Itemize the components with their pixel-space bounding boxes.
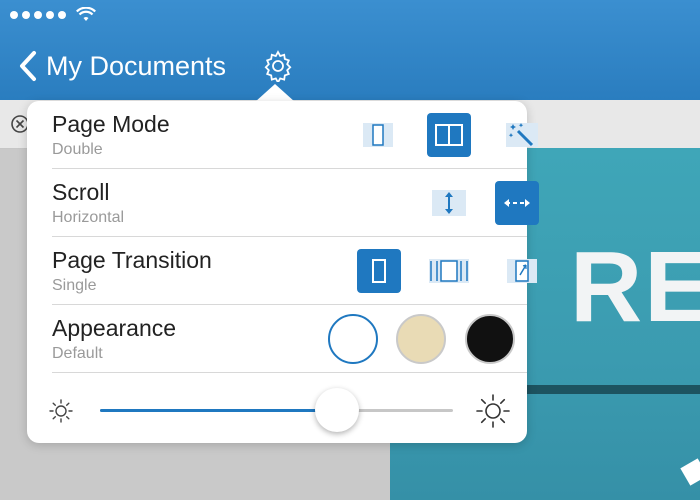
scroll-title: Scroll — [52, 179, 110, 205]
brightness-slider-thumb[interactable] — [314, 388, 359, 432]
appearance-row: Appearance Default — [52, 305, 527, 373]
signal-dot — [58, 11, 66, 19]
signal-dot — [34, 11, 42, 19]
single-transition-option[interactable] — [357, 249, 401, 293]
scroll-value: Horizontal — [52, 209, 125, 226]
appearance-title: Appearance — [52, 315, 177, 341]
signal-dot — [46, 11, 54, 19]
magic-wand-icon — [506, 123, 538, 147]
double-page-option[interactable] — [427, 113, 471, 157]
sun-dim-icon — [49, 399, 73, 423]
brightness-slider-fill — [100, 409, 337, 412]
brightness-row — [27, 375, 527, 443]
vertical-scroll-option[interactable] — [427, 181, 471, 225]
page-mode-value: Double — [52, 141, 103, 158]
signal-dot — [22, 11, 30, 19]
page-mode-row: Page Mode Double — [52, 101, 538, 169]
popover-arrow — [255, 84, 295, 102]
navigation-bar: My Documents — [0, 0, 700, 100]
night-theme-swatch[interactable] — [465, 314, 515, 364]
double-page-icon — [435, 124, 463, 146]
brightness-slider[interactable] — [100, 388, 453, 432]
chevron-left-icon — [20, 51, 36, 81]
sun-bright-icon — [476, 394, 510, 428]
page-curl-option[interactable] — [500, 249, 544, 293]
appearance-value: Default — [52, 345, 103, 362]
wifi-icon — [76, 7, 96, 21]
continuous-transition-option[interactable] — [427, 249, 471, 293]
scroll-row: Scroll Horizontal — [52, 169, 539, 237]
back-button-label: My Documents — [46, 50, 227, 81]
page-transition-title: Page Transition — [52, 247, 212, 273]
page-transition-row: Page Transition Single — [52, 237, 537, 305]
page-heading-text: RE — [570, 231, 700, 343]
page-transition-value: Single — [52, 277, 97, 294]
back-button[interactable]: My Documents — [18, 48, 226, 84]
signal-dot — [10, 11, 18, 19]
single-page-option[interactable] — [356, 113, 400, 157]
page-curl-icon — [507, 259, 537, 283]
horizontal-scroll-icon — [504, 199, 530, 207]
sepia-theme-swatch[interactable] — [396, 314, 446, 364]
single-page-icon — [363, 123, 393, 147]
reader-settings-popover: Page Mode Double Scroll Horizontal Page … — [27, 101, 539, 443]
auto-page-option[interactable] — [500, 113, 544, 157]
single-transition-icon — [372, 259, 386, 283]
page-mode-title: Page Mode — [52, 111, 170, 137]
horizontal-scroll-option[interactable] — [495, 181, 539, 225]
vertical-scroll-icon — [432, 190, 466, 216]
white-theme-swatch[interactable] — [328, 314, 378, 364]
gear-icon[interactable] — [262, 50, 294, 82]
status-bar — [10, 6, 96, 24]
continuous-transition-icon — [429, 259, 469, 283]
